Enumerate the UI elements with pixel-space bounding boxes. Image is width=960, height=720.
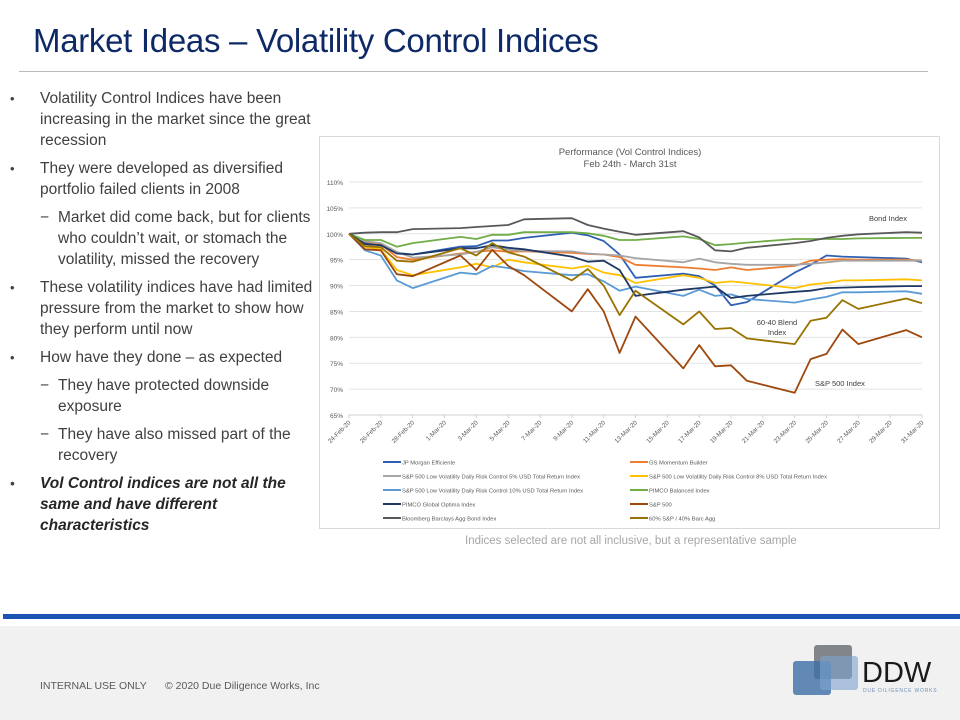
annotation-label: Bond Index xyxy=(869,214,907,223)
y-tick-label: 100% xyxy=(326,232,343,239)
sub-bullet-item: They have also missed part of the recove… xyxy=(10,424,320,466)
title-divider xyxy=(19,71,928,72)
y-tick-label: 80% xyxy=(330,335,343,342)
y-tick-label: 95% xyxy=(330,258,343,265)
legend-label: S&P 500 Low Volatility Daily Risk Contro… xyxy=(649,475,827,481)
chart-canvas: Performance (Vol Control Indices) Feb 24… xyxy=(326,147,926,523)
x-tick-label: 1-Mar-20 xyxy=(425,419,448,442)
y-axis-ticks: 65% 70% 75% 80% 85% 90% 95% 100% 105% 110% xyxy=(326,180,343,420)
y-tick-label: 105% xyxy=(326,206,343,213)
x-tick-label: 13-Mar-20 xyxy=(613,419,639,445)
chart-title: Performance (Vol Control Indices) xyxy=(559,147,702,158)
x-tick-label: 9-Mar-20 xyxy=(552,419,575,442)
logo-squares-icon: DDW DUE DILIGENCE WORKS xyxy=(793,645,937,695)
y-tick-label: 75% xyxy=(330,361,343,368)
logo-subtext: DUE DILIGENCE WORKS xyxy=(863,688,937,694)
legend-label: 60% S&P / 40% Barc Agg xyxy=(649,517,715,523)
legend-label: S&P 500 Low Volatility Daily Risk Contro… xyxy=(402,475,580,481)
copyright-text: © 2020 Due Diligence Works, Inc xyxy=(165,680,320,692)
sub-bullet-item: Market did come back, but for clients wh… xyxy=(10,207,320,270)
annotation-label: Index xyxy=(768,328,787,337)
legend-label: PIMCO Global Optima Index xyxy=(402,503,476,509)
x-tick-label: 15-Mar-20 xyxy=(645,419,671,445)
x-tick-label: 17-Mar-20 xyxy=(677,419,703,445)
series-line-8 xyxy=(348,217,923,253)
bullet-item: They were developed as diversified portf… xyxy=(10,158,320,200)
y-tick-label: 90% xyxy=(330,284,343,291)
x-tick-label: 11-Mar-20 xyxy=(582,419,608,445)
y-tick-label: 65% xyxy=(330,413,343,420)
legend-label: JP Morgan Efficiente xyxy=(402,461,455,467)
y-tick-label: 110% xyxy=(327,180,343,187)
x-tick-label: 28-Feb-20 xyxy=(391,419,417,445)
legend-label: GS Momentum Builder xyxy=(649,461,708,467)
x-tick-label: 31-Mar-20 xyxy=(900,419,926,445)
legend-label: PIMCO Balanced Index xyxy=(649,489,710,495)
x-tick-label: 26-Feb-20 xyxy=(359,419,385,445)
x-tick-label: 27-Mar-20 xyxy=(836,419,862,445)
annotation-label: S&P 500 Index xyxy=(815,379,865,388)
legend-label: S&P 500 xyxy=(649,503,672,509)
slide-title: Market Ideas – Volatility Control Indice… xyxy=(33,22,599,59)
classification-label: INTERNAL USE ONLY xyxy=(40,680,147,692)
chart-series xyxy=(348,217,923,394)
x-tick-label: 3-Mar-20 xyxy=(457,419,480,442)
legend-label: S&P 500 Low Volatility Daily Risk Contro… xyxy=(402,489,583,495)
ddw-logo: DDW DUE DILIGENCE WORKS xyxy=(792,644,942,702)
x-tick-label: 21-Mar-20 xyxy=(741,419,767,445)
x-tick-label: 25-Mar-20 xyxy=(804,419,830,445)
sub-bullet-item: They have protected downside exposure xyxy=(10,375,320,417)
performance-chart: Performance (Vol Control Indices) Feb 24… xyxy=(319,136,940,529)
bullet-item: Volatility Control Indices have been inc… xyxy=(10,88,320,151)
x-tick-label: 29-Mar-20 xyxy=(868,419,894,445)
y-tick-label: 85% xyxy=(330,309,343,316)
bullet-item: These volatility indices have had limite… xyxy=(10,277,320,340)
logo-text: DDW xyxy=(862,657,932,689)
x-axis-ticks: 24-Feb-20 26-Feb-20 28-Feb-20 1-Mar-20 3-Mar… xyxy=(327,415,926,445)
chart-subtitle: Feb 24th - March 31st xyxy=(584,159,677,170)
legend-label: Bloomberg Barclays Agg Bond Index xyxy=(402,517,497,523)
x-tick-label: 5-Mar-20 xyxy=(489,419,512,442)
x-tick-label: 19-Mar-20 xyxy=(709,419,735,445)
bullet-item: How have they done – as expected xyxy=(10,347,320,368)
chart-legend: JP Morgan Efficiente GS Momentum Builder S… xyxy=(383,461,827,523)
bullet-list: Volatility Control Indices have been inc… xyxy=(10,88,320,543)
x-tick-label: 24-Feb-20 xyxy=(327,419,353,445)
x-tick-label: 7-Mar-20 xyxy=(520,419,543,442)
x-tick-label: 23-Mar-20 xyxy=(773,419,799,445)
chart-caption: Indices selected are not all inclusive, … xyxy=(465,535,797,547)
annotation-label: 60-40 Blend xyxy=(757,318,797,327)
emphasis-bullet-item: Vol Control indices are not all the same… xyxy=(10,473,320,536)
y-tick-label: 70% xyxy=(330,387,343,394)
footer-accent-band xyxy=(3,614,960,619)
